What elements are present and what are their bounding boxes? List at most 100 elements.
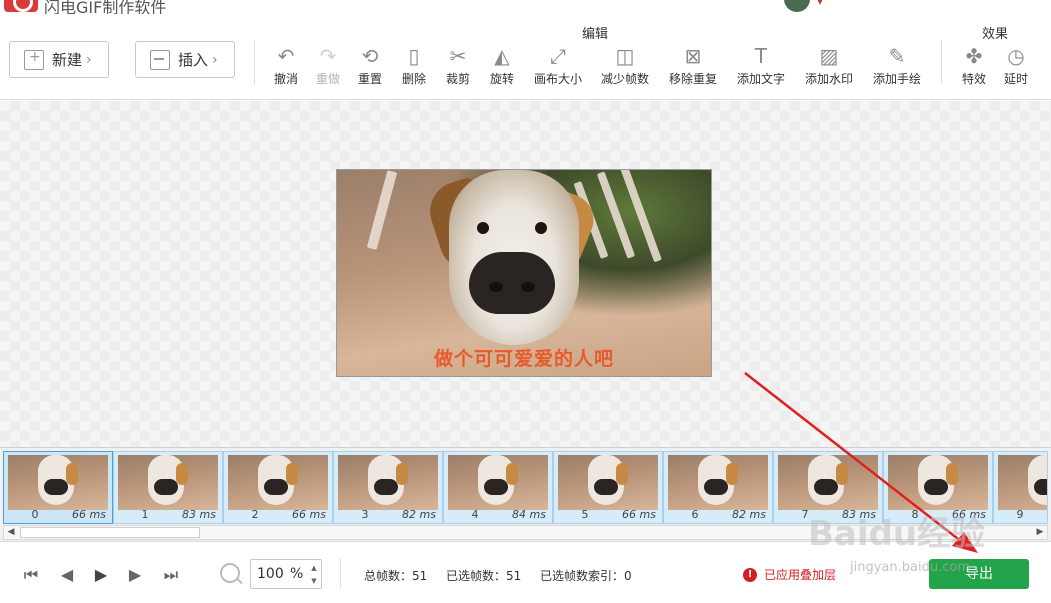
rotate-label: 旋转 [489, 72, 514, 86]
rotate-icon: ◭ [494, 44, 510, 68]
undo-label: 撤消 [273, 72, 298, 86]
add-drawing-button[interactable]: ✎ 添加手绘 [867, 44, 927, 87]
timer-icon: ◷ [1007, 44, 1025, 68]
frame-thumbnail[interactable]: 0 66 ms [3, 451, 113, 524]
reduce-frames-label: 减少帧数 [600, 72, 649, 86]
add-text-button[interactable]: T 添加文字 [731, 44, 791, 87]
reset-label: 重置 [357, 72, 382, 86]
zoom-icon [220, 563, 240, 583]
add-watermark-button[interactable]: ▨ 添加水印 [799, 44, 859, 87]
chevron-right-icon: › [212, 51, 218, 68]
frame-thumbnail[interactable]: 1 83 ms [113, 451, 223, 524]
remove-duplicates-button[interactable]: ⊠ 移除重复 [663, 44, 723, 87]
frame-index: 1 [141, 508, 149, 521]
frame-thumbnail[interactable]: 4 84 ms [443, 451, 553, 524]
frame-thumbnail[interactable]: 5 66 ms [553, 451, 663, 524]
frame-thumbnail[interactable]: 3 82 ms [333, 451, 443, 524]
scroll-left-icon[interactable]: ◀ [4, 526, 18, 539]
dog-nose [469, 252, 555, 314]
scroll-right-icon[interactable]: ▶ [1033, 526, 1047, 539]
railing [366, 170, 398, 250]
status-divider [340, 558, 341, 588]
new-button[interactable]: 新建 › [9, 41, 109, 78]
watermark-brand: Baidu经验 [808, 514, 986, 554]
dog-eye [477, 222, 489, 234]
new-file-icon [24, 49, 44, 70]
frame-index: 5 [581, 508, 589, 521]
overlay-warning: ! 已应用叠加层 [743, 566, 836, 583]
watermark-icon: ▨ [819, 44, 839, 68]
chevron-right-icon: › [86, 51, 92, 68]
app-title: 闪电GIF制作软件 [44, 0, 167, 14]
frame-thumbnail[interactable]: 6 82 ms [663, 451, 773, 524]
add-text-label: 添加文字 [736, 72, 785, 86]
insert-icon [150, 49, 170, 70]
scrollbar-thumb[interactable] [20, 527, 200, 538]
canvas-size-label: 画布大小 [533, 72, 582, 86]
app-logo-icon [4, 0, 38, 12]
frame-delay: 84 ms [512, 508, 546, 521]
frame-image [118, 455, 218, 510]
insert-button-label: 插入 [178, 51, 209, 69]
zoom-unit: % [290, 566, 304, 582]
insert-button[interactable]: 插入 › [135, 41, 235, 78]
delay-button[interactable]: ◷ 延时 [986, 44, 1046, 87]
reduce-frames-button[interactable]: ◫ 减少帧数 [595, 44, 655, 87]
previous-frame-icon[interactable]: ◀ [54, 564, 80, 586]
frame-index: 0 [31, 508, 39, 521]
frame-delay: 66 ms [622, 508, 656, 521]
overlay-warning-text: 已应用叠加层 [764, 568, 837, 582]
next-frame-icon[interactable]: ▶ [122, 564, 148, 586]
frame-image [778, 455, 878, 510]
zoom-down-icon[interactable]: ▼ [308, 575, 320, 587]
last-frame-icon[interactable]: ⏭ [158, 564, 184, 586]
frame-delay: 83 ms [182, 508, 216, 521]
selected-frame-index: 已选帧数索引：0 [540, 569, 632, 583]
reduce-frames-icon: ◫ [615, 44, 635, 68]
remove-duplicates-icon: ⊠ [684, 44, 702, 68]
selected-frames: 已选帧数：51 [446, 569, 522, 583]
title-bar: 闪电GIF制作软件 ▾ [0, 0, 1051, 14]
frame-image [558, 455, 658, 510]
effects-label: 特效 [961, 72, 986, 86]
toolbar-divider [941, 40, 942, 84]
frame-index: 9 [1016, 508, 1024, 521]
frame-delay: 66 ms [292, 508, 326, 521]
text-icon: T [754, 44, 768, 68]
play-icon[interactable]: ▶ [88, 564, 114, 586]
chevron-down-icon[interactable]: ▾ [817, 0, 823, 8]
frame-index: 6 [691, 508, 699, 521]
frame-thumbnail[interactable]: 9 [993, 451, 1048, 524]
watermark-url: jingyan.baidu.com [850, 560, 970, 575]
total-frames: 总帧数：51 [364, 569, 428, 583]
frame-delay: 82 ms [402, 508, 436, 521]
zoom-up-icon[interactable]: ▲ [308, 562, 320, 574]
frame-image [888, 455, 988, 510]
first-frame-icon[interactable]: ⏮ [18, 564, 44, 586]
redo-label: 重做 [315, 72, 340, 86]
preview-canvas: 做个可可爱爱的人吧 [0, 101, 1051, 447]
frame-thumbnail[interactable]: 2 66 ms [223, 451, 333, 524]
info-icon: ! [743, 567, 757, 582]
delay-label: 延时 [1003, 72, 1028, 86]
frame-image [338, 455, 438, 510]
canvas-size-icon: ⤢ [550, 44, 566, 68]
user-avatar[interactable] [784, 0, 810, 12]
preview-image[interactable]: 做个可可爱爱的人吧 [336, 169, 712, 377]
add-watermark-label: 添加水印 [804, 72, 853, 86]
preview-caption: 做个可可爱爱的人吧 [433, 348, 614, 370]
frame-delay: 82 ms [732, 508, 766, 521]
dog-eye [535, 222, 547, 234]
delete-label: 删除 [401, 72, 426, 86]
frame-index: 2 [251, 508, 259, 521]
rotate-button[interactable]: ◭ 旋转 [472, 44, 532, 87]
remove-duplicates-label: 移除重复 [668, 72, 717, 86]
zoom-stepper[interactable]: % ▲ ▼ [250, 559, 322, 589]
pen-icon: ✎ [888, 44, 906, 68]
toolbar: 新建 › 插入 › 编辑 ↶ 撤消 ↷ 重做 ⟲ 重置 ▯ 删除 ✂ 裁剪 ◭ … [0, 14, 1051, 100]
frame-image [228, 455, 328, 510]
edit-group-title: 编辑 [582, 27, 609, 42]
frame-image [8, 455, 108, 510]
zoom-input[interactable] [257, 566, 291, 582]
canvas-size-button[interactable]: ⤢ 画布大小 [528, 44, 588, 87]
